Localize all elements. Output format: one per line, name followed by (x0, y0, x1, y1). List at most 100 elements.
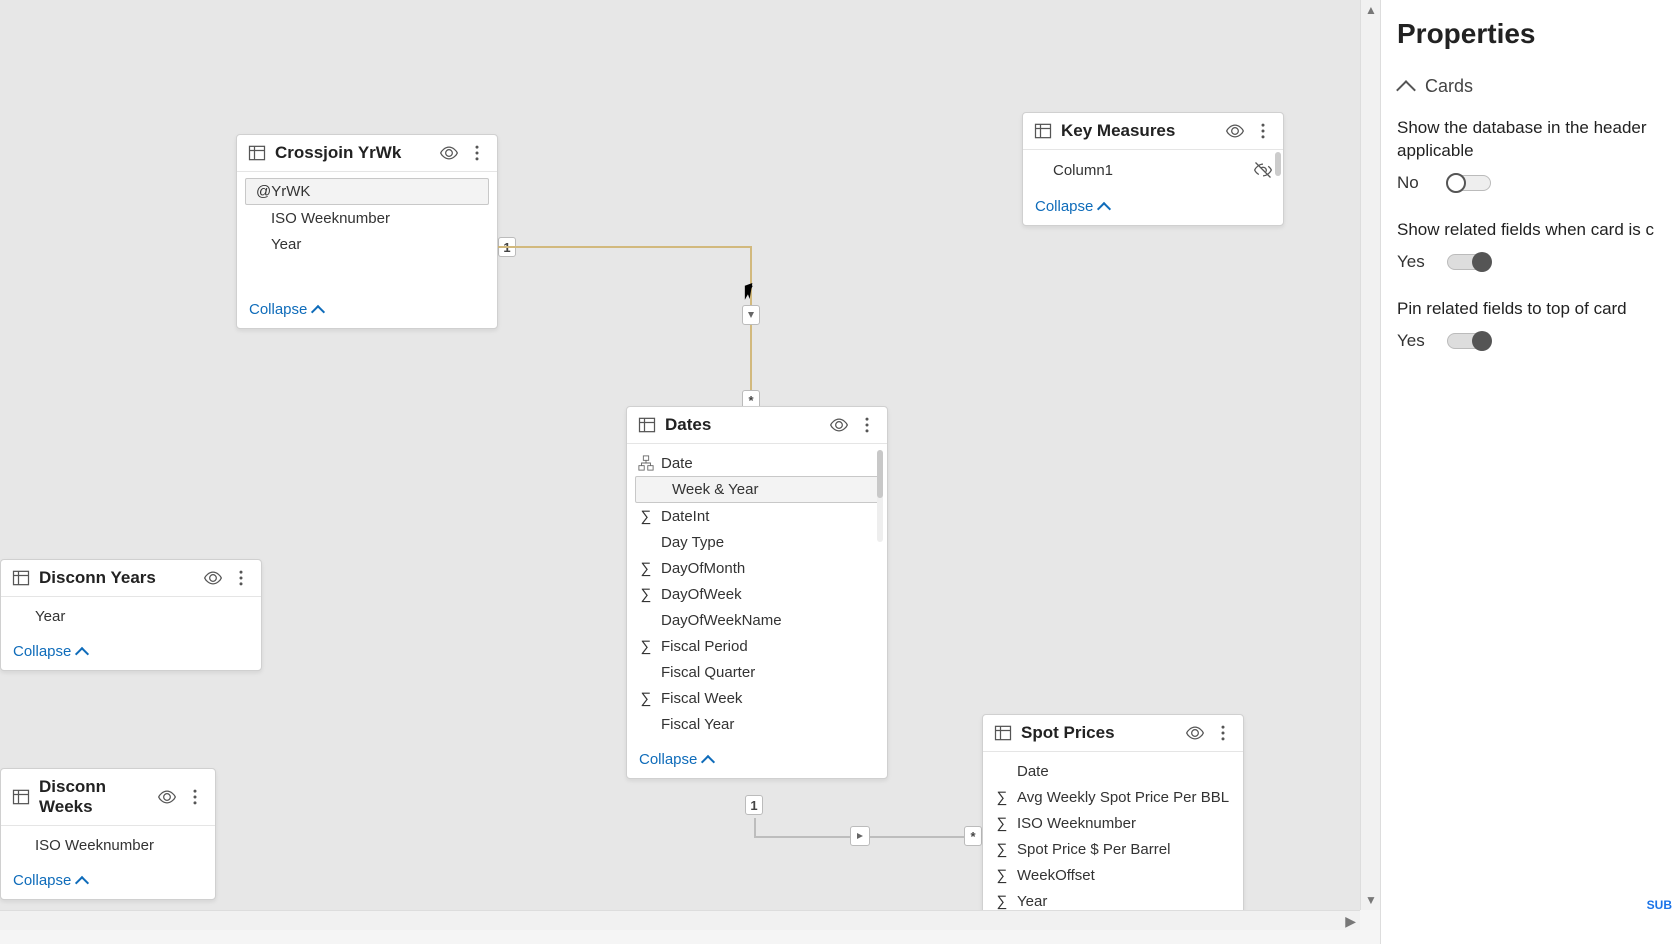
toggle-switch[interactable] (1447, 333, 1491, 349)
rel-line-h[interactable] (498, 246, 752, 248)
sigma-icon: ∑ (993, 814, 1011, 832)
table-card-disconnweeks[interactable]: Disconn Weeks ISO Weeknumber Collapse (0, 768, 216, 900)
field-label: Year (1017, 893, 1047, 910)
field-label: ISO Weeknumber (271, 210, 390, 227)
table-field[interactable]: Year (237, 231, 497, 257)
field-list: Date ∑Avg Weekly Spot Price Per BBL ∑ISO… (983, 752, 1243, 920)
visibility-icon[interactable] (157, 787, 177, 807)
table-field[interactable]: Week & Year (635, 476, 879, 503)
field-label: DateInt (661, 508, 709, 525)
table-field[interactable]: Day Type (627, 529, 887, 555)
sigma-icon: ∑ (993, 866, 1011, 884)
collapse-button[interactable]: Collapse (627, 743, 887, 778)
scroll-up-icon[interactable]: ▲ (1361, 0, 1381, 20)
model-canvas[interactable]: 1 * 1 * Crossjoin YrWk @YrWK ISO Weeknum… (0, 0, 1360, 910)
table-header: Disconn Weeks (1, 769, 215, 826)
table-field[interactable]: ISO Weeknumber (1, 832, 215, 858)
field-label: Column1 (1033, 162, 1113, 179)
table-field[interactable]: Year (1, 603, 261, 629)
properties-title: Properties (1397, 18, 1670, 50)
visibility-icon[interactable] (439, 143, 459, 163)
sub-badge: SUB (1647, 898, 1672, 912)
rel2-line-h[interactable] (754, 836, 986, 838)
toggle-switch[interactable] (1447, 175, 1491, 191)
table-card-spot[interactable]: Spot Prices Date ∑Avg Weekly Spot Price … (982, 714, 1244, 921)
scrollbar-thumb[interactable] (1275, 152, 1281, 176)
table-header: Crossjoin YrWk (237, 135, 497, 172)
table-field[interactable]: ∑ DateInt (627, 503, 887, 529)
visibility-icon[interactable] (1185, 723, 1205, 743)
table-field[interactable]: Fiscal Quarter (627, 659, 887, 685)
table-field[interactable]: Column1 (1023, 156, 1283, 184)
table-header: Dates (627, 407, 887, 444)
table-title: Dates (665, 415, 821, 435)
table-field[interactable]: ∑ Fiscal Week (627, 685, 887, 711)
chevron-up-icon (75, 875, 89, 889)
field-list: Column1 (1023, 150, 1283, 190)
field-label: Week & Year (672, 481, 758, 498)
table-field[interactable]: DayOfWeekName (627, 607, 887, 633)
scrollbar-track[interactable] (877, 450, 883, 542)
table-field[interactable]: ∑DayOfMonth (627, 555, 887, 581)
collapse-label: Collapse (13, 872, 71, 889)
field-list: @YrWK ISO Weeknumber Year (237, 172, 497, 293)
field-label: Avg Weekly Spot Price Per BBL (1017, 789, 1229, 806)
scroll-down-icon[interactable]: ▼ (1361, 890, 1381, 910)
table-field[interactable]: Fiscal Year (627, 711, 887, 737)
table-field[interactable]: @YrWK (245, 178, 489, 205)
field-label: Fiscal Period (661, 638, 748, 655)
table-title: Key Measures (1061, 121, 1217, 141)
vertical-scrollbar[interactable]: ▲ ▼ (1360, 0, 1380, 910)
more-icon[interactable] (467, 143, 487, 163)
collapse-button[interactable]: Collapse (1023, 190, 1283, 225)
field-label: Fiscal Year (661, 716, 734, 733)
collapse-label: Collapse (13, 643, 71, 660)
hidden-icon[interactable] (1253, 160, 1273, 180)
collapse-button[interactable]: Collapse (237, 293, 497, 328)
hierarchy-icon (637, 454, 655, 472)
rel2-line-v1[interactable] (754, 818, 756, 838)
table-field[interactable]: ISO Weeknumber (237, 205, 497, 231)
prop-show-db-header: Show the database in the header applicab… (1397, 117, 1670, 193)
table-card-keymeasures[interactable]: Key Measures Column1 Collapse (1022, 112, 1284, 226)
rel2-cardinality-many: * (964, 826, 982, 846)
section-toggle-cards[interactable]: Cards (1397, 76, 1670, 97)
table-field[interactable]: ∑ ISO Weeknumber (983, 810, 1243, 836)
table-field[interactable]: ∑Fiscal Period (627, 633, 887, 659)
table-card-crossjoin[interactable]: Crossjoin YrWk @YrWK ISO Weeknumber Year… (236, 134, 498, 329)
table-field[interactable]: Date (983, 758, 1243, 784)
table-field[interactable]: ∑WeekOffset (983, 862, 1243, 888)
table-card-dates[interactable]: Dates Date Week & Year ∑ DateInt Day Type… (626, 406, 888, 779)
more-icon[interactable] (1213, 723, 1233, 743)
table-title: Disconn Years (39, 568, 195, 588)
visibility-icon[interactable] (829, 415, 849, 435)
table-field[interactable]: ∑Avg Weekly Spot Price Per BBL (983, 784, 1243, 810)
horizontal-scrollbar[interactable]: ▶ (0, 910, 1360, 930)
field-label: ISO Weeknumber (1017, 815, 1136, 832)
visibility-icon[interactable] (203, 568, 223, 588)
field-label: Year (35, 608, 65, 625)
scrollbar-thumb[interactable] (877, 450, 883, 498)
collapse-button[interactable]: Collapse (1, 864, 215, 899)
table-field[interactable]: ∑DayOfWeek (627, 581, 887, 607)
field-label: ISO Weeknumber (35, 837, 154, 854)
field-label: Fiscal Week (661, 690, 742, 707)
toggle-switch[interactable] (1447, 254, 1491, 270)
table-field[interactable]: Date (627, 450, 887, 476)
more-icon[interactable] (231, 568, 251, 588)
collapse-button[interactable]: Collapse (1, 635, 261, 670)
sigma-icon: ∑ (637, 585, 655, 603)
table-field[interactable]: ∑Spot Price $ Per Barrel (983, 836, 1243, 862)
section-label: Cards (1425, 76, 1473, 97)
scroll-right-icon[interactable]: ▶ (1345, 913, 1356, 930)
table-header: Spot Prices (983, 715, 1243, 752)
more-icon[interactable] (1253, 121, 1273, 141)
sigma-icon: ∑ (637, 689, 655, 707)
more-icon[interactable] (857, 415, 877, 435)
more-icon[interactable] (185, 787, 205, 807)
collapse-label: Collapse (249, 301, 307, 318)
visibility-icon[interactable] (1225, 121, 1245, 141)
sigma-icon: ∑ (637, 507, 655, 525)
chevron-up-icon (1396, 80, 1416, 100)
table-card-disconnyears[interactable]: Disconn Years Year Collapse (0, 559, 262, 671)
